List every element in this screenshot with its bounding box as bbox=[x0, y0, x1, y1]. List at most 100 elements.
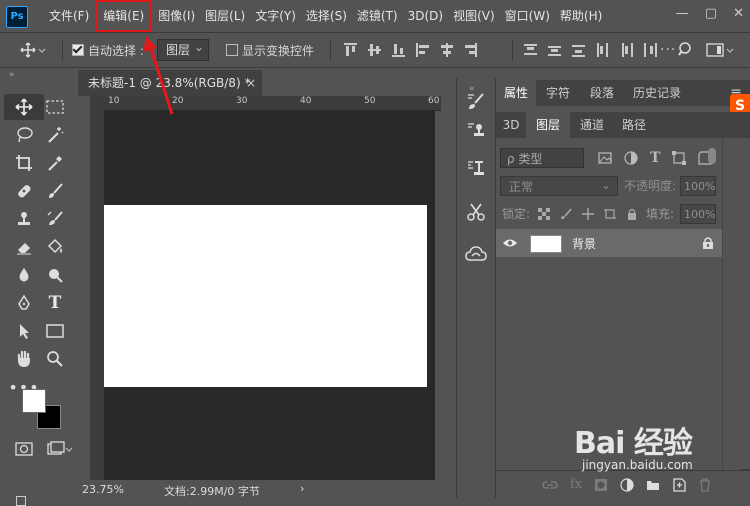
close-tab-icon[interactable]: × bbox=[246, 70, 256, 96]
distribute-vcenter-icon[interactable] bbox=[548, 43, 561, 57]
show-transform-option[interactable]: 显示变换控件 bbox=[226, 33, 314, 67]
tab-character[interactable]: 字符 bbox=[536, 80, 580, 106]
paint-bucket-tool[interactable] bbox=[40, 234, 70, 260]
distribute-right-icon[interactable] bbox=[644, 43, 657, 57]
lock-position-icon[interactable] bbox=[582, 208, 594, 220]
marquee-tool[interactable] bbox=[40, 94, 70, 120]
distribute-top-icon[interactable] bbox=[524, 43, 537, 57]
distribute-hcenter-icon[interactable] bbox=[620, 43, 633, 57]
menu-window[interactable]: 窗口(W) bbox=[500, 5, 555, 27]
dodge-tool[interactable] bbox=[40, 262, 70, 288]
clone-source-button[interactable] bbox=[457, 116, 495, 144]
add-mask-icon[interactable] bbox=[594, 478, 608, 492]
tool-presets-button[interactable] bbox=[457, 198, 495, 226]
blend-mode-dropdown[interactable]: 正常 ⌄ bbox=[500, 176, 618, 196]
screen-mode-button[interactable] bbox=[40, 436, 80, 462]
lock-artboard-icon[interactable] bbox=[604, 208, 616, 220]
status-menu-arrow[interactable]: › bbox=[300, 482, 304, 495]
fx-icon[interactable]: fx bbox=[570, 477, 582, 492]
rectangle-tool[interactable] bbox=[40, 318, 70, 344]
healing-brush-tool[interactable] bbox=[6, 178, 42, 204]
align-buttons bbox=[344, 43, 477, 57]
distribute-left-icon[interactable] bbox=[596, 43, 609, 57]
align-vcenter-icon[interactable] bbox=[368, 43, 381, 57]
eraser-tool[interactable] bbox=[6, 234, 42, 260]
blur-tool[interactable] bbox=[6, 262, 42, 288]
menu-image[interactable]: 图像(I) bbox=[153, 5, 200, 27]
menu-type[interactable]: 文字(Y) bbox=[250, 5, 301, 27]
history-brush-tool[interactable] bbox=[40, 206, 70, 232]
tab-channels[interactable]: 通道 bbox=[570, 112, 614, 138]
align-bottom-icon[interactable] bbox=[392, 43, 405, 57]
brush-tool[interactable] bbox=[40, 178, 70, 204]
menu-3d[interactable]: 3D(D) bbox=[403, 5, 448, 27]
default-colors-icon[interactable] bbox=[16, 496, 26, 506]
menu-select[interactable]: 选择(S) bbox=[301, 5, 352, 27]
libraries-button[interactable] bbox=[457, 240, 495, 268]
align-right-icon[interactable] bbox=[464, 43, 477, 57]
show-transform-checkbox[interactable] bbox=[226, 44, 238, 56]
brush-settings-button[interactable] bbox=[457, 88, 495, 116]
more-options-button[interactable]: ··· bbox=[660, 33, 676, 67]
tab-history[interactable]: 历史记录 bbox=[624, 80, 690, 106]
image-filter-icon[interactable] bbox=[598, 151, 612, 165]
shape-filter-icon[interactable] bbox=[672, 151, 687, 165]
move-tool[interactable] bbox=[4, 94, 44, 120]
type-tool[interactable]: T bbox=[40, 290, 70, 316]
menu-file[interactable]: 文件(F) bbox=[44, 5, 94, 27]
type-filter-icon[interactable]: T bbox=[650, 148, 660, 168]
tab-properties[interactable]: 属性 bbox=[496, 80, 536, 106]
adjustment-layer-icon[interactable] bbox=[620, 477, 634, 492]
vertical-ruler[interactable] bbox=[90, 110, 104, 480]
path-selection-tool[interactable] bbox=[6, 318, 42, 344]
clone-stamp-tool[interactable] bbox=[6, 206, 42, 232]
layers-scrollbar[interactable] bbox=[722, 139, 749, 469]
eyedropper-tool[interactable] bbox=[40, 150, 70, 176]
adjustment-filter-icon[interactable] bbox=[624, 151, 638, 165]
menu-help[interactable]: 帮助(H) bbox=[555, 5, 607, 27]
menu-layer[interactable]: 图层(L) bbox=[200, 5, 250, 27]
eye-icon[interactable] bbox=[502, 237, 518, 249]
hand-tool[interactable] bbox=[6, 346, 42, 372]
align-hcenter-icon[interactable] bbox=[440, 43, 453, 57]
distribute-bottom-icon[interactable] bbox=[572, 43, 585, 57]
opacity-input[interactable]: 100% bbox=[680, 176, 716, 196]
close-button[interactable]: ✕ bbox=[733, 6, 744, 21]
filter-toggle[interactable] bbox=[708, 148, 716, 164]
new-layer-icon[interactable] bbox=[672, 477, 686, 492]
character-button[interactable] bbox=[457, 154, 495, 182]
lock-all-icon[interactable] bbox=[626, 208, 638, 220]
restore-button[interactable]: ▢ bbox=[705, 6, 717, 21]
minimize-button[interactable]: — bbox=[676, 6, 689, 21]
document-canvas[interactable] bbox=[104, 205, 427, 387]
lasso-tool[interactable] bbox=[6, 122, 42, 148]
fill-input[interactable]: 100% bbox=[680, 204, 716, 224]
lock-pixels-icon[interactable] bbox=[560, 208, 572, 220]
search-button[interactable] bbox=[678, 33, 694, 67]
move-tool-preset[interactable] bbox=[20, 33, 46, 67]
pen-tool[interactable] bbox=[6, 290, 42, 316]
align-left-icon[interactable] bbox=[416, 43, 429, 57]
tab-paths[interactable]: 路径 bbox=[614, 112, 654, 138]
folder-icon[interactable] bbox=[646, 478, 660, 492]
zoom-tool[interactable] bbox=[40, 346, 70, 372]
menu-filter[interactable]: 滤镜(T) bbox=[352, 5, 403, 27]
tab-paragraph[interactable]: 段落 bbox=[580, 80, 624, 106]
magic-wand-tool[interactable] bbox=[40, 122, 70, 148]
swap-colors-icon[interactable] bbox=[22, 465, 29, 472]
zoom-level[interactable]: 23.75% bbox=[82, 483, 124, 496]
tab-layers[interactable]: 图层 bbox=[526, 112, 570, 138]
foreground-color-swatch[interactable] bbox=[22, 389, 46, 413]
tab-3d[interactable]: 3D bbox=[496, 112, 526, 138]
menu-view[interactable]: 视图(V) bbox=[448, 5, 500, 27]
align-top-icon[interactable] bbox=[344, 43, 357, 57]
lock-transparent-icon[interactable] bbox=[538, 208, 550, 220]
link-layers-icon[interactable] bbox=[542, 478, 558, 492]
workspace-switcher[interactable] bbox=[706, 33, 736, 67]
crop-tool[interactable] bbox=[6, 150, 42, 176]
auto-select-checkbox[interactable] bbox=[72, 44, 84, 56]
quick-mask-button[interactable] bbox=[4, 436, 44, 462]
menu-edit[interactable]: 编辑(E) bbox=[95, 0, 153, 32]
trash-icon[interactable] bbox=[698, 477, 712, 492]
layer-filter-dropdown[interactable]: ρ 类型 bbox=[500, 148, 584, 168]
